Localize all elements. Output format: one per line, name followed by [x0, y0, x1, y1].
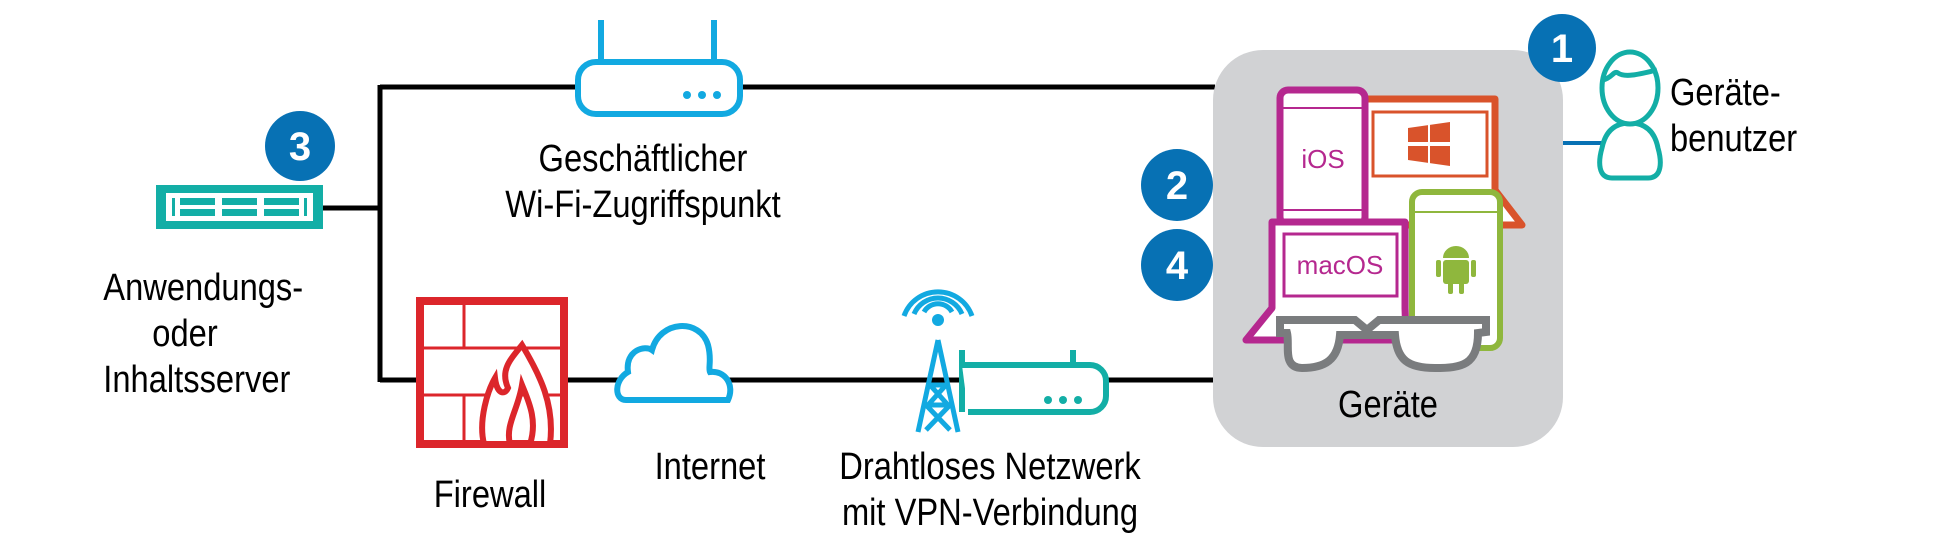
- server-icon: [156, 185, 323, 229]
- svg-text:iOS: iOS: [1301, 144, 1344, 174]
- internet-label: Internet: [654, 446, 766, 488]
- router-icon: [959, 350, 1109, 415]
- svg-text:macOS: macOS: [1297, 250, 1384, 280]
- server-label-line1: Anwendungs-: [103, 267, 304, 309]
- cloud-icon: [614, 323, 734, 403]
- badge-2: 2: [1141, 149, 1213, 221]
- svg-text:4: 4: [1166, 244, 1189, 288]
- wireless-vpn-label-line1: Drahtloses Netzwerk: [839, 446, 1141, 488]
- user-label-line1: Geräte-: [1670, 72, 1781, 114]
- wifi-ap-label-line2: Wi-Fi-Zugriffspunkt: [505, 184, 781, 226]
- devices-label: Geräte: [1338, 384, 1438, 426]
- server-label-line2: oder: [152, 313, 218, 355]
- wifi-ap-label-line1: Geschäftlicher: [538, 138, 748, 180]
- firewall-icon: [416, 297, 568, 448]
- server-label-line3: Inhaltsserver: [103, 359, 291, 401]
- user-label: Geräte- benutzer: [1670, 70, 1842, 162]
- server-label: Anwendungs- oder Inhaltsserver: [103, 265, 304, 403]
- badge-3: 3: [265, 111, 335, 181]
- svg-text:2: 2: [1166, 164, 1188, 208]
- router-icon: [575, 20, 743, 117]
- user-label-line2: benutzer: [1670, 118, 1798, 160]
- wireless-vpn-label: Drahtloses Netzwerk mit VPN-Verbindung: [827, 444, 1154, 536]
- svg-text:3: 3: [289, 125, 311, 169]
- wireless-vpn-label-line2: mit VPN-Verbindung: [841, 492, 1139, 534]
- badge-4: 4: [1141, 229, 1213, 301]
- user-icon: [1597, 49, 1663, 181]
- wifi-ap-label: Geschäftlicher Wi-Fi-Zugriffspunkt: [493, 136, 794, 228]
- firewall-label: Firewall: [433, 474, 547, 516]
- ios-phone-icon: iOS: [1276, 86, 1369, 229]
- svg-text:1: 1: [1551, 27, 1573, 71]
- badge-1: 1: [1528, 14, 1596, 82]
